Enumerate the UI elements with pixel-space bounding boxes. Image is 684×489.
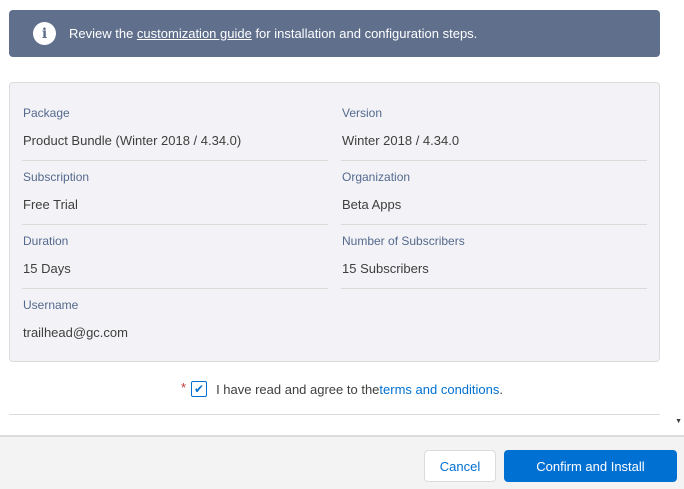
cancel-button[interactable]: Cancel — [424, 450, 496, 482]
subscribers-value: 15 Subscribers — [342, 261, 429, 276]
divider — [22, 224, 328, 225]
required-asterisk: * — [181, 379, 187, 395]
package-label: Package — [23, 106, 70, 120]
version-label: Version — [342, 106, 383, 120]
scroll-down-icon[interactable]: ▼ — [675, 418, 682, 425]
info-banner: i Review the customization guide for ins… — [9, 10, 660, 57]
username-label: Username — [23, 298, 79, 312]
username-value: trailhead@gc.com — [23, 325, 128, 340]
divider — [341, 224, 647, 225]
info-icon: i — [33, 22, 56, 45]
package-value: Product Bundle (Winter 2018 / 4.34.0) — [23, 133, 242, 148]
terms-and-conditions-link[interactable]: terms and conditions — [379, 382, 499, 397]
banner-text-before: Review the — [69, 26, 137, 41]
confirm-and-install-button[interactable]: Confirm and Install — [504, 450, 677, 482]
install-dialog: i Review the customization guide for ins… — [0, 0, 684, 489]
subscribers-label: Number of Subscribers — [342, 234, 465, 248]
divider — [341, 288, 647, 289]
divider — [341, 160, 647, 161]
divider — [22, 160, 328, 161]
subscription-label: Subscription — [23, 170, 90, 184]
dialog-footer: Cancel Confirm and Install — [0, 435, 684, 489]
duration-label: Duration — [23, 234, 69, 248]
organization-label: Organization — [342, 170, 411, 184]
divider — [22, 288, 328, 289]
subscription-value: Free Trial — [23, 197, 78, 212]
section-divider — [9, 414, 660, 415]
package-details-card: Package Product Bundle (Winter 2018 / 4.… — [9, 82, 660, 362]
banner-text-after: for installation and configuration steps… — [251, 26, 478, 41]
terms-agreement: * ✔ I have read and agree to the terms a… — [0, 378, 684, 400]
organization-value: Beta Apps — [342, 197, 402, 212]
version-value: Winter 2018 / 4.34.0 — [342, 133, 460, 148]
checkmark-icon: ✔ — [194, 382, 205, 396]
banner-text: Review the customization guide for insta… — [69, 26, 477, 41]
terms-text-after: . — [499, 381, 503, 397]
customization-guide-link[interactable]: customization guide — [137, 26, 252, 41]
terms-checkbox[interactable]: ✔ — [191, 381, 208, 397]
duration-value: 15 Days — [23, 261, 71, 276]
terms-text-before: I have read and agree to the — [216, 381, 380, 397]
